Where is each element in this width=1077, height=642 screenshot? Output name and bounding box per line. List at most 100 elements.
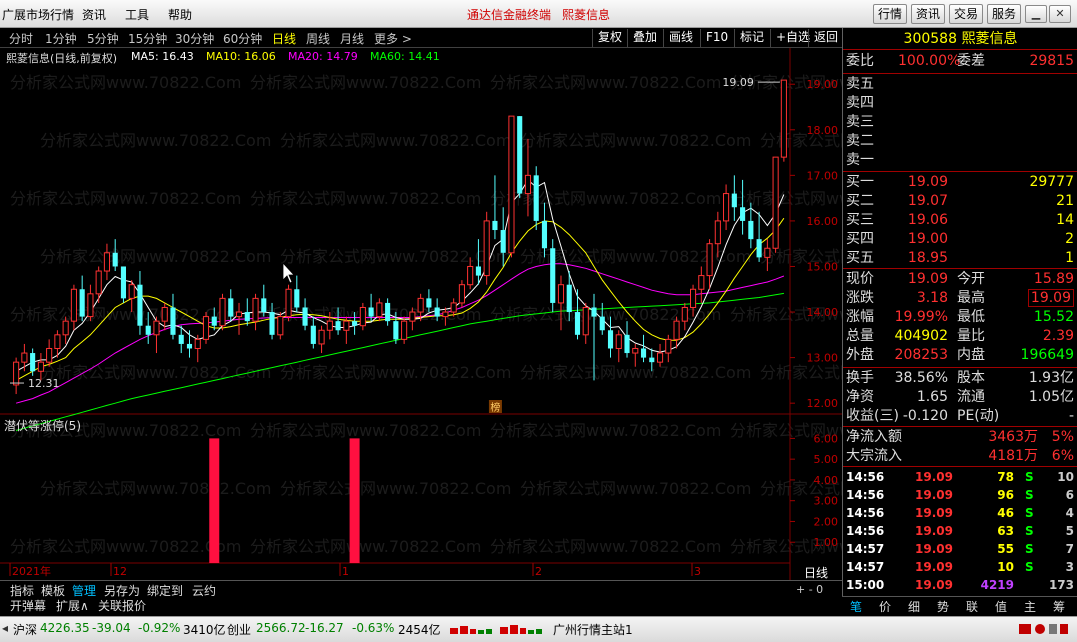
menu-help[interactable]: 帮助 bbox=[168, 6, 192, 23]
divider bbox=[843, 466, 1077, 467]
market-breadth-icon bbox=[448, 622, 548, 639]
watermark-text: 分析家公式网www.70822.Com bbox=[520, 131, 751, 150]
flow-label: 净流入额 bbox=[846, 429, 902, 445]
tick-count: 6 bbox=[1065, 488, 1074, 502]
candle-body-up bbox=[714, 220, 721, 245]
flow-pct: 5% bbox=[1051, 429, 1074, 445]
tick-time: 14:56 bbox=[846, 524, 885, 538]
quote-tab[interactable]: 笔 bbox=[850, 598, 862, 615]
divider bbox=[843, 426, 1077, 427]
candle-body-down bbox=[137, 284, 143, 326]
candle-body-down bbox=[756, 239, 762, 258]
stat2-value: 38.56% bbox=[894, 370, 948, 386]
status-left-arrow-icon[interactable]: ◂ bbox=[2, 621, 8, 635]
stat2-value: 1.65 bbox=[916, 389, 948, 405]
candle-body-down bbox=[120, 266, 127, 299]
stat2-label: PE(动) bbox=[957, 408, 1000, 424]
buy-volume: 29777 bbox=[1029, 174, 1074, 190]
candle-body-up bbox=[21, 352, 28, 363]
service-button[interactable]: 服务 bbox=[987, 4, 1021, 24]
candle-body-up bbox=[632, 347, 639, 354]
period-more[interactable]: 更多 > bbox=[374, 30, 412, 47]
buy-label: 买二 bbox=[846, 193, 874, 209]
quote-tab[interactable]: 细 bbox=[908, 598, 920, 615]
menu-zixun[interactable]: 资讯 bbox=[82, 6, 106, 23]
tick-side: S bbox=[1025, 488, 1034, 502]
candle-body-up bbox=[582, 306, 589, 336]
stat-label: 外盘 bbox=[846, 347, 874, 363]
buy-volume: 2 bbox=[1065, 231, 1074, 247]
x-tick-label: 2 bbox=[535, 565, 542, 578]
overlay-button[interactable]: 叠加 bbox=[627, 29, 661, 47]
candle-body-down bbox=[335, 321, 341, 331]
trade-button[interactable]: 交易 bbox=[949, 4, 983, 24]
tick-volume: 10 bbox=[997, 560, 1014, 574]
candle-body-down bbox=[475, 266, 481, 276]
related-quote-button[interactable]: 关联报价 bbox=[98, 597, 146, 614]
ma60-label: MA60: 14.41 bbox=[370, 50, 440, 63]
fuquan-button[interactable]: 复权 bbox=[592, 29, 626, 47]
candle-body-up bbox=[359, 306, 366, 327]
close-icon[interactable]: ✕ bbox=[1049, 5, 1071, 23]
candle-body-down bbox=[145, 325, 151, 335]
divider bbox=[843, 268, 1077, 269]
period-daily[interactable]: 日线 bbox=[272, 30, 296, 47]
sell-label: 卖四 bbox=[846, 95, 874, 111]
period-15min[interactable]: 15分钟 bbox=[128, 30, 167, 47]
indicator-bar bbox=[349, 438, 360, 563]
period-fenshi[interactable]: 分时 bbox=[9, 30, 33, 47]
stat2-label: 换手 bbox=[846, 370, 874, 386]
stat-value: 19.09 bbox=[1027, 289, 1074, 307]
candle-body-up bbox=[194, 338, 201, 349]
stat-value: 208253 bbox=[894, 347, 948, 363]
period-monthly[interactable]: 月线 bbox=[340, 30, 364, 47]
period-30min[interactable]: 30分钟 bbox=[175, 30, 214, 47]
watermark-text: 分析家公式网www.70822.Com bbox=[10, 189, 241, 208]
quote-button[interactable]: 行情 bbox=[873, 4, 907, 24]
sell-label: 卖三 bbox=[846, 114, 874, 130]
stat2-row: 收益(三) -0.120 PE(动) - bbox=[843, 407, 1077, 426]
quote-tab[interactable]: 价 bbox=[879, 598, 891, 615]
ind-y-tick-label: 2.00 bbox=[814, 515, 839, 528]
period-60min[interactable]: 60分钟 bbox=[223, 30, 262, 47]
candle-body-down bbox=[492, 220, 498, 231]
drawline-button[interactable]: 画线 bbox=[663, 29, 697, 47]
candle-body-down bbox=[79, 289, 85, 317]
quote-tab[interactable]: 筹 bbox=[1053, 598, 1065, 615]
period-weekly[interactable]: 周线 bbox=[306, 30, 330, 47]
stat-label: 总量 bbox=[846, 328, 874, 344]
quote-tab[interactable]: 联 bbox=[966, 598, 978, 615]
danmu-button[interactable]: 开弹幕 bbox=[10, 597, 46, 614]
zoom-controls[interactable]: + - 0 bbox=[796, 583, 823, 596]
tick-price: 19.09 bbox=[915, 488, 953, 502]
rank-badge-text: 榜 bbox=[490, 401, 500, 414]
divider bbox=[843, 73, 1077, 74]
tick-volume: 63 bbox=[997, 524, 1014, 538]
cy-pct: -0.63% bbox=[352, 621, 395, 635]
period-5min[interactable]: 5分钟 bbox=[87, 30, 119, 47]
mark-button[interactable]: 标记 bbox=[734, 29, 768, 47]
title-stock-name: 熙菱信息 bbox=[562, 8, 611, 22]
minimize-icon[interactable]: ▁ bbox=[1025, 5, 1047, 23]
tick-count: 10 bbox=[1057, 470, 1074, 484]
watermark-text: 分析家公式网www.70822.Com bbox=[490, 73, 721, 92]
expand-button[interactable]: 扩展∧ bbox=[56, 597, 89, 614]
kline-chart[interactable]: 分析家公式网www.70822.Com 分析家公式网www.70822.Com 分析… bbox=[0, 48, 842, 580]
server-name[interactable]: 广州行情主站1 bbox=[553, 621, 633, 638]
f10-button[interactable]: F10 bbox=[700, 29, 732, 47]
news-button[interactable]: 资讯 bbox=[911, 4, 945, 24]
buy-label: 买一 bbox=[846, 174, 874, 190]
back-button[interactable]: 返回 bbox=[808, 29, 842, 47]
tick-volume: 78 bbox=[997, 470, 1014, 484]
watermark-text: 分析家公式网www.70822.Com bbox=[490, 421, 721, 440]
tick-row: 14:57 19.09 10 S 3 bbox=[843, 558, 1077, 576]
stat2-value: -0.120 bbox=[902, 408, 948, 424]
menu-tools[interactable]: 工具 bbox=[125, 6, 149, 23]
watermark-text: 分析家公式网www.70822.Com bbox=[280, 363, 511, 382]
quote-tab[interactable]: 势 bbox=[937, 598, 949, 615]
stat-value: 19.09 bbox=[907, 271, 948, 287]
stat-label: 涨跌 bbox=[846, 290, 874, 306]
period-1min[interactable]: 1分钟 bbox=[45, 30, 77, 47]
quote-tab[interactable]: 主 bbox=[1024, 598, 1036, 615]
quote-tab[interactable]: 值 bbox=[995, 598, 1007, 615]
